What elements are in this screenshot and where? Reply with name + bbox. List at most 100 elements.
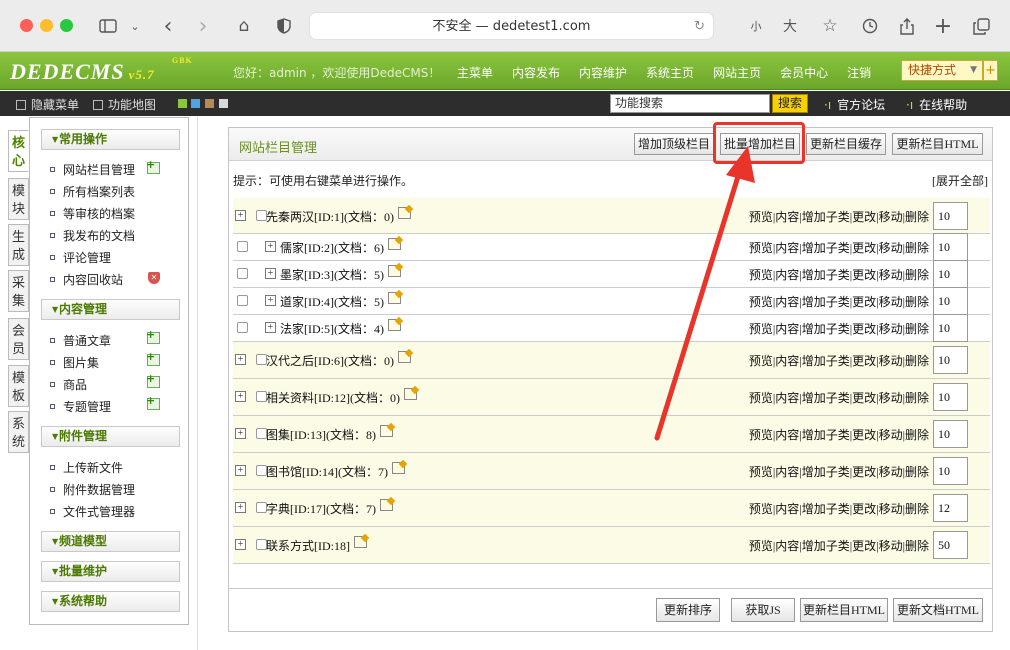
op-link[interactable]: 更改	[852, 428, 876, 442]
menu-topics[interactable]: 专题管理	[50, 398, 111, 415]
edit-icon[interactable]	[392, 462, 405, 474]
expand-plus-icon[interactable]: +	[235, 354, 246, 365]
expand-plus-icon[interactable]: +	[265, 295, 276, 306]
update-category-html-button[interactable]: 更新栏目HTML	[892, 133, 983, 155]
op-link[interactable]: 移动	[879, 391, 903, 405]
edit-icon[interactable]	[388, 265, 401, 277]
op-link[interactable]: 删除	[905, 241, 929, 255]
op-link[interactable]: 预览	[749, 465, 773, 479]
op-link[interactable]: 内容	[775, 210, 799, 224]
vtab-core[interactable]: 核心	[8, 130, 29, 172]
category-name[interactable]: 法家[ID:5](文档：4)	[280, 320, 384, 337]
category-name[interactable]: 图集[ID:13](文档：8)	[266, 426, 376, 443]
expand-plus-icon[interactable]: +	[235, 391, 246, 402]
op-link[interactable]: 更改	[852, 241, 876, 255]
add-top-category-button[interactable]: 增加顶级栏目	[634, 133, 714, 155]
op-link[interactable]: 增加子类	[802, 295, 850, 309]
op-link[interactable]: 更改	[852, 502, 876, 516]
nav-maintain[interactable]: 内容维护	[579, 64, 627, 81]
section-attachments[interactable]: ▼ 附件管理	[41, 426, 180, 447]
hide-menu-link[interactable]: 隐藏菜单	[16, 96, 79, 113]
sort-order-input[interactable]: 10	[933, 201, 968, 230]
category-name[interactable]: 墨家[ID:3](文档：5)	[280, 266, 384, 283]
op-link[interactable]: 移动	[879, 539, 903, 553]
menu-comments[interactable]: 评论管理	[50, 249, 111, 266]
op-link[interactable]: 增加子类	[802, 210, 850, 224]
op-link[interactable]: 内容	[775, 539, 799, 553]
op-link[interactable]: 预览	[749, 322, 773, 336]
op-link[interactable]: 移动	[879, 465, 903, 479]
sort-order-input[interactable]: 10	[933, 314, 968, 342]
op-link[interactable]: 移动	[879, 354, 903, 368]
sort-order-input[interactable]: 10	[933, 420, 968, 448]
op-link[interactable]: 内容	[775, 354, 799, 368]
op-link[interactable]: 增加子类	[802, 354, 850, 368]
vtab-module[interactable]: 模块	[8, 178, 29, 220]
op-link[interactable]: 增加子类	[802, 428, 850, 442]
sort-order-input[interactable]: 10	[933, 383, 968, 411]
function-map-link[interactable]: 功能地图	[93, 96, 156, 113]
op-link[interactable]: 增加子类	[802, 465, 850, 479]
op-link[interactable]: 内容	[775, 268, 799, 282]
star-icon[interactable]: ☆	[818, 14, 842, 38]
sort-order-input[interactable]: 10	[933, 260, 968, 288]
add-topic-icon[interactable]	[146, 394, 160, 410]
op-link[interactable]: 预览	[749, 241, 773, 255]
category-checkbox[interactable]	[237, 322, 248, 333]
op-link[interactable]: 预览	[749, 210, 773, 224]
op-link[interactable]: 删除	[905, 268, 929, 282]
op-link[interactable]: 预览	[749, 295, 773, 309]
expand-plus-icon[interactable]: +	[235, 209, 246, 221]
op-link[interactable]: 内容	[775, 465, 799, 479]
nav-main-menu[interactable]: 主菜单	[457, 64, 493, 81]
zoom-window-button[interactable]	[60, 19, 73, 32]
op-link[interactable]: 预览	[749, 539, 773, 553]
quick-add-button[interactable]: +	[983, 60, 998, 81]
chevron-down-icon[interactable]: ⌄	[123, 14, 147, 38]
edit-icon[interactable]	[380, 499, 393, 511]
op-link[interactable]: 删除	[905, 354, 929, 368]
expand-plus-icon[interactable]: +	[265, 268, 276, 279]
add-article-icon[interactable]	[146, 328, 160, 344]
official-forum-link[interactable]: ·ı 官方论坛	[824, 96, 885, 113]
nav-site-home[interactable]: 网站主页	[713, 64, 761, 81]
add-product-icon[interactable]	[146, 372, 160, 388]
op-link[interactable]: 预览	[749, 354, 773, 368]
op-link[interactable]: 删除	[905, 539, 929, 553]
category-name[interactable]: 儒家[ID:2](文档：6)	[280, 239, 384, 256]
nav-publish[interactable]: 内容发布	[512, 64, 560, 81]
op-link[interactable]: 增加子类	[802, 539, 850, 553]
op-link[interactable]: 增加子类	[802, 241, 850, 255]
op-link[interactable]: 更改	[852, 322, 876, 336]
menu-file-manager[interactable]: 文件式管理器	[50, 503, 135, 520]
op-link[interactable]: 删除	[905, 322, 929, 336]
category-name[interactable]: 字典[ID:17](文档：7)	[266, 500, 376, 517]
forward-icon[interactable]: ›	[191, 14, 215, 39]
text-larger-button[interactable]: 大	[778, 14, 802, 38]
op-link[interactable]: 增加子类	[802, 391, 850, 405]
op-link[interactable]: 删除	[905, 428, 929, 442]
edit-icon[interactable]	[398, 206, 411, 219]
skin-color-gray[interactable]	[219, 99, 228, 108]
update-doc-html-button[interactable]: 更新文档HTML	[893, 598, 983, 622]
category-checkbox[interactable]	[237, 295, 248, 306]
edit-icon[interactable]	[388, 319, 401, 331]
shield-icon[interactable]: ✕	[148, 272, 160, 284]
op-link[interactable]: 更改	[852, 539, 876, 553]
sort-order-input[interactable]: 10	[933, 287, 968, 315]
op-link[interactable]: 增加子类	[802, 322, 850, 336]
address-bar[interactable]: 不安全 — dedetest1.com ↻	[309, 12, 714, 40]
menu-upload-file[interactable]: 上传新文件	[50, 459, 123, 476]
update-order-button[interactable]: 更新排序	[656, 598, 720, 622]
vtab-system[interactable]: 系统	[8, 411, 29, 453]
op-link[interactable]: 内容	[775, 322, 799, 336]
category-name[interactable]: 先秦两汉[ID:1](文档：0)	[266, 208, 394, 225]
vtab-generate[interactable]: 生成	[8, 224, 29, 266]
section-batch-maintain[interactable]: ▼ 批量维护	[41, 561, 180, 582]
op-link[interactable]: 删除	[905, 465, 929, 479]
op-link[interactable]: 内容	[775, 391, 799, 405]
vtab-template[interactable]: 模板	[8, 365, 29, 407]
add-category-icon[interactable]	[146, 158, 160, 174]
category-checkbox[interactable]	[237, 268, 248, 279]
op-link[interactable]: 预览	[749, 428, 773, 442]
